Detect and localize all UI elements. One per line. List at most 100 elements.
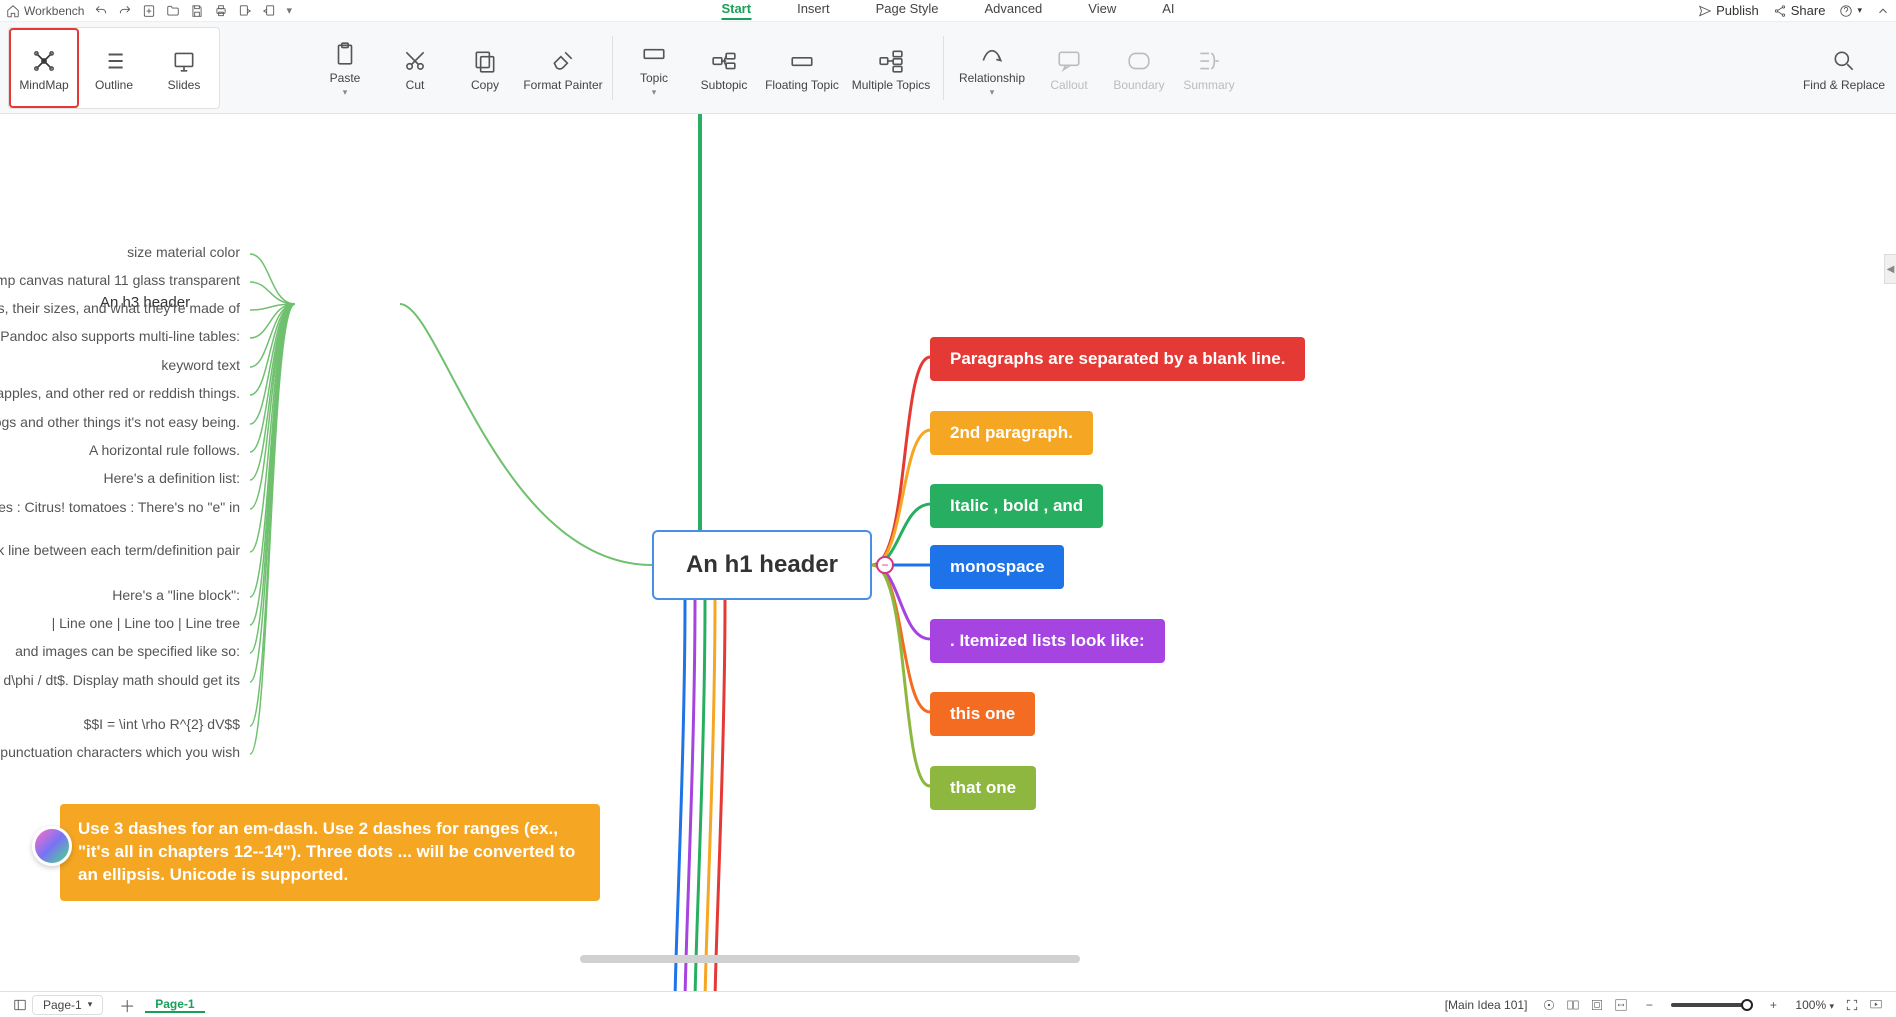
zoom-in-button[interactable]: + [1763, 998, 1783, 1012]
left-leaf[interactable]: | Line one | Line too | Line tree [0, 615, 240, 631]
fullscreen-button[interactable] [1842, 998, 1862, 1012]
more-quick-button[interactable]: ▾ [286, 4, 292, 17]
collapse-branch-button[interactable]: − [876, 556, 894, 574]
read-mode-button[interactable] [1563, 998, 1583, 1012]
branch-label: that one [950, 778, 1016, 797]
redo-icon [118, 4, 132, 18]
page-selector[interactable]: Page-1 ▾ [32, 995, 103, 1015]
left-leaf[interactable]: size material color [0, 244, 240, 260]
mindmap-icon [31, 48, 57, 74]
help-button[interactable]: ▾ [1839, 4, 1862, 18]
branch-node[interactable]: monospace [930, 545, 1064, 589]
tab-start[interactable]: Start [721, 1, 751, 20]
present-button[interactable] [1866, 998, 1886, 1012]
add-page-button[interactable]: ＋ [117, 995, 137, 1015]
tab-pagestyle[interactable]: Page Style [876, 1, 939, 20]
left-leaf[interactable]: keyword text [0, 357, 240, 373]
open-folder-button[interactable] [166, 4, 180, 18]
left-leaf-text: A horizontal rule follows. [89, 442, 240, 458]
topic-button[interactable]: Topic ▾ [619, 26, 689, 110]
canvas[interactable]: An h1 header − Paragraphs are separated … [0, 114, 1896, 991]
branch-node[interactable]: Paragraphs are separated by a blank line… [930, 337, 1305, 381]
branch-node[interactable]: 2nd paragraph. [930, 411, 1093, 455]
left-leaf[interactable]: and images can be specified like so: [0, 643, 240, 659]
branch-node[interactable]: . Itemized lists look like: [930, 619, 1165, 663]
view-mode-group: MindMap Outline Slides [8, 27, 220, 109]
publish-button[interactable]: Publish [1698, 3, 1759, 18]
import-icon [262, 4, 276, 18]
cut-icon [402, 48, 428, 74]
left-leaf[interactable]: Here's a "line block": [0, 587, 240, 603]
panel-toggle-button[interactable] [10, 998, 30, 1012]
zoom-slider-knob[interactable] [1741, 999, 1753, 1011]
search-icon [1831, 48, 1857, 74]
copy-button[interactable]: Copy [450, 26, 520, 110]
tab-insert[interactable]: Insert [797, 1, 830, 20]
fit-page-icon [1590, 998, 1604, 1012]
left-leaf[interactable]: k line between each term/definition pair [0, 542, 240, 558]
fit-width-button[interactable] [1611, 998, 1631, 1012]
branch-node[interactable]: this one [930, 692, 1035, 736]
left-leaf-text: y punctuation characters which you wish [0, 744, 240, 760]
callout-tooltip[interactable]: Use 3 dashes for an em-dash. Use 2 dashe… [60, 804, 600, 901]
left-leaf[interactable]: ges : Citrus! tomatoes : There's no "e" … [0, 499, 240, 515]
left-leaf[interactable]: es, their sizes, and what they're made o… [0, 300, 240, 316]
left-leaf-text: | Line one | Line too | Line tree [52, 615, 240, 631]
horizontal-scrollbar[interactable] [580, 955, 1080, 963]
chevron-down-icon: ▾ [990, 87, 995, 98]
mode-outline[interactable]: Outline [79, 28, 149, 108]
tab-view[interactable]: View [1088, 1, 1116, 20]
collapse-ribbon-button[interactable] [1876, 4, 1890, 18]
left-leaf[interactable]: A horizontal rule follows. [0, 442, 240, 458]
save-button[interactable] [190, 4, 204, 18]
branch-label: Paragraphs are separated by a blank line… [950, 349, 1285, 368]
brush-icon [550, 48, 576, 74]
workbench-home[interactable]: Workbench [6, 4, 84, 18]
export-button[interactable] [238, 4, 252, 18]
relationship-label: Relationship [959, 71, 1025, 85]
multiple-topics-button[interactable]: Multiple Topics [845, 26, 937, 110]
right-panel-toggle[interactable]: ◀ [1884, 254, 1896, 284]
share-button[interactable]: Share [1773, 3, 1826, 18]
chevron-down-icon: ▾ [88, 999, 93, 1010]
slides-icon [171, 48, 197, 74]
subtopic-icon [711, 48, 737, 74]
mode-slides[interactable]: Slides [149, 28, 219, 108]
left-leaf[interactable]: hemp canvas natural 11 glass transparent [0, 272, 240, 288]
fit-page-button[interactable] [1587, 998, 1607, 1012]
zoom-out-button[interactable]: − [1639, 998, 1659, 1012]
branch-node[interactable]: Italic , bold , and [930, 484, 1103, 528]
subtopic-button[interactable]: Subtopic [689, 26, 759, 110]
relationship-icon [979, 41, 1005, 67]
zoom-level[interactable]: 100% ▾ [1795, 998, 1834, 1012]
left-leaf[interactable]: frogs and other things it's not easy bei… [0, 414, 240, 430]
cut-button[interactable]: Cut [380, 26, 450, 110]
chevron-down-icon: ▾ [343, 87, 348, 98]
tab-ai[interactable]: AI [1162, 1, 1174, 20]
redo-button[interactable] [118, 4, 132, 18]
left-leaf-text: $$I = \int \rho R^{2} dV$$ [84, 716, 240, 732]
left-leaf[interactable]: y punctuation characters which you wish [0, 744, 240, 760]
left-leaf[interactable]: s, apples, and other red or reddish thin… [0, 385, 240, 401]
print-button[interactable] [214, 4, 228, 18]
left-leaf[interactable]: = d\phi / dt$. Display math should get i… [0, 672, 240, 688]
zoom-slider[interactable] [1671, 1003, 1751, 1007]
find-replace-button[interactable]: Find & Replace [1796, 26, 1892, 110]
mode-mindmap[interactable]: MindMap [9, 28, 79, 108]
import-button[interactable] [262, 4, 276, 18]
left-leaf[interactable]: Here's a definition list: [0, 470, 240, 486]
fit-topic-button[interactable] [1539, 998, 1559, 1012]
central-topic[interactable]: An h1 header [652, 530, 872, 600]
tab-advanced[interactable]: Advanced [984, 1, 1042, 20]
page-tab[interactable]: Page-1 [145, 997, 204, 1013]
format-painter-button[interactable]: Format Painter [520, 26, 606, 110]
new-file-button[interactable] [142, 4, 156, 18]
left-leaf[interactable]: $$I = \int \rho R^{2} dV$$ [0, 716, 240, 732]
floating-topic-button[interactable]: Floating Topic [759, 26, 845, 110]
branch-node[interactable]: that one [930, 766, 1036, 810]
paste-button[interactable]: Paste ▾ [310, 26, 380, 110]
relationship-button[interactable]: Relationship ▾ [950, 26, 1034, 110]
left-leaf[interactable]: e.) Pandoc also supports multi-line tabl… [0, 328, 240, 344]
undo-button[interactable] [94, 4, 108, 18]
assistant-avatar-icon[interactable] [32, 826, 72, 866]
